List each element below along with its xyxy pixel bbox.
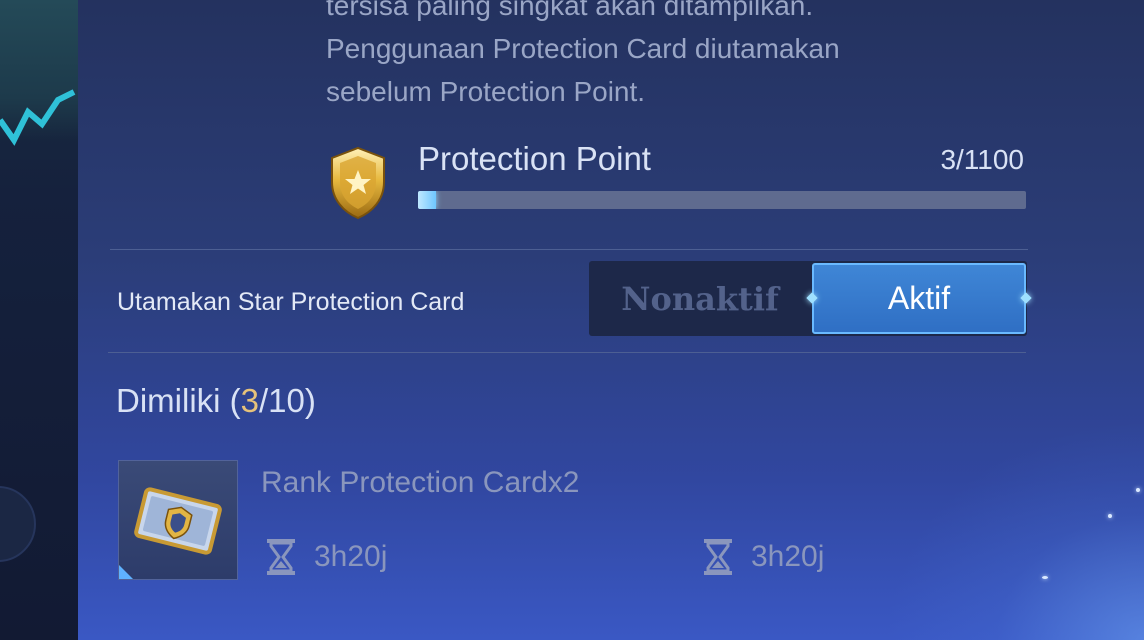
owned-suffix: /10)	[259, 382, 316, 419]
card-timer: 3h20j	[266, 538, 387, 576]
owned-count: Dimiliki (3/10)	[116, 382, 316, 420]
card-timer: 3h20j	[703, 538, 824, 576]
background-glow	[884, 420, 1144, 640]
protection-point-progress-bar	[418, 191, 1026, 209]
toggle-off-option[interactable]: Nonaktif	[589, 261, 811, 336]
sparkle	[1108, 514, 1112, 518]
owned-prefix: Dimiliki (	[116, 382, 241, 419]
protection-point-value: 3/1100	[940, 144, 1024, 175]
left-side-strip	[0, 0, 78, 640]
star-protection-toggle[interactable]: Nonaktif Aktif	[589, 261, 1032, 336]
divider	[110, 249, 1028, 250]
protection-point-label: Protection Point	[418, 140, 651, 177]
description-line: Penggunaan Protection Card diutamakan	[326, 33, 840, 64]
hourglass-icon	[704, 539, 732, 575]
star-protection-toggle-label: Utamakan Star Protection Card	[117, 288, 465, 316]
sparkle	[1136, 488, 1140, 492]
left-round-button[interactable]	[0, 486, 36, 562]
hourglass-icon	[267, 539, 295, 575]
protection-point-progress-fill	[418, 191, 437, 209]
timer-text: 3h20j	[751, 540, 825, 573]
owned-current-count: 3	[240, 382, 259, 419]
sparkle	[1042, 576, 1048, 579]
protection-description: tersisa paling singkat akan ditampilkan.…	[326, 0, 966, 113]
description-line: sebelum Protection Point.	[326, 76, 646, 107]
tile-corner-accent	[119, 565, 133, 579]
divider	[108, 352, 1026, 353]
description-line: tersisa paling singkat akan ditampilkan.	[326, 0, 814, 21]
toggle-on-option[interactable]: Aktif	[812, 263, 1026, 334]
left-strip-decoration	[0, 89, 76, 146]
protection-card-item[interactable]	[118, 460, 238, 580]
protection-card-icon	[134, 487, 222, 555]
card-name: Rank Protection Cardx2	[261, 466, 580, 499]
timer-text: 3h20j	[314, 540, 388, 573]
shield-icon	[331, 146, 385, 220]
